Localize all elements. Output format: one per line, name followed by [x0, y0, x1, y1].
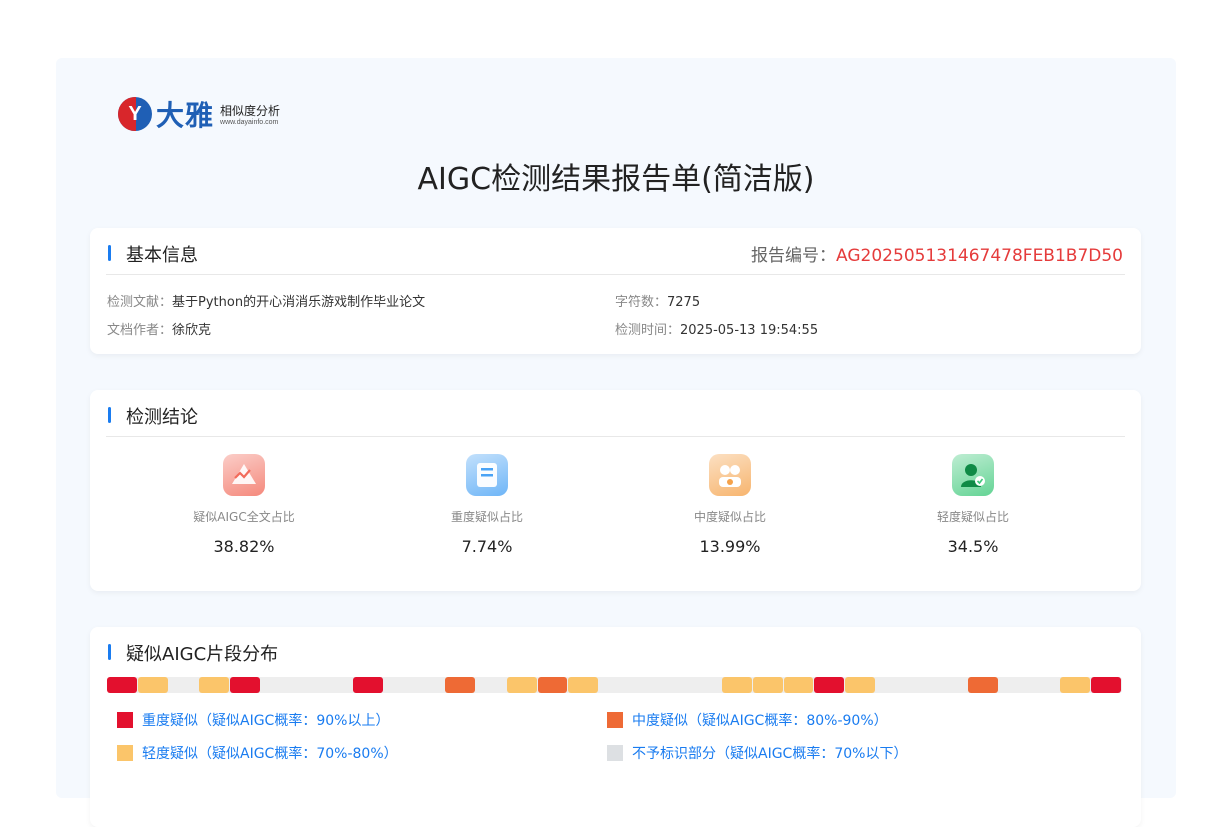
distribution-heading: 疑似AIGC片段分布 [126, 644, 279, 665]
legend-item-medium: 中度疑似（疑似AIGC概率：80%-90%） [607, 710, 888, 730]
stat-2: 重度疑似占比 7.74% [387, 454, 587, 556]
doc-title-row: 检测文献：基于Python的开心消消乐游戏制作毕业论文 [107, 295, 426, 310]
logo-name: 大雅 [156, 99, 215, 132]
legend-label: 轻度疑似（疑似AIGC概率：70%-80%） [142, 746, 398, 762]
segment-heavy [230, 677, 260, 693]
conclusion-heading: 检测结论 [126, 407, 198, 428]
char-count: 7275 [667, 295, 701, 310]
stat-label: 重度疑似占比 [450, 510, 523, 524]
section-marker [108, 644, 111, 660]
legend-swatch [607, 712, 623, 728]
segment-heavy [353, 677, 383, 693]
legend-label: 中度疑似（疑似AIGC概率：80%-90%） [632, 713, 888, 729]
stat-label: 疑似AIGC全文占比 [193, 510, 295, 524]
stat-3: 中度疑似占比 13.99% [630, 454, 830, 556]
stat-4: 轻度疑似占比 34.5% [873, 454, 1073, 556]
legend-label: 重度疑似（疑似AIGC概率：90%以上） [142, 713, 390, 729]
check-time-row: 检测时间：2025-05-13 19:54:55 [615, 323, 819, 338]
author-row: 文档作者：徐欣克 [107, 323, 212, 338]
char-count-row: 字符数：7275 [615, 295, 701, 310]
segment-medium [537, 677, 568, 693]
stat-label: 轻度疑似占比 [936, 510, 1009, 524]
doc-author: 徐欣克 [172, 323, 212, 338]
conclusion-card: 检测结论 疑似AIGC全文占比 38.82% 重度疑似占比 7.74% 中度疑似占比 13… [90, 390, 1141, 591]
segment-light [568, 677, 599, 693]
segment-light [783, 677, 814, 693]
check-time: 2025-05-13 19:54:55 [680, 323, 819, 338]
section-marker [108, 407, 111, 423]
segment-medium [968, 677, 998, 693]
stat-value: 34.5% [947, 537, 999, 556]
segment-light [845, 677, 875, 693]
segment-light [1060, 677, 1091, 693]
segment-distribution-bar [107, 677, 1122, 693]
legend-swatch [607, 745, 623, 761]
user-check-icon [952, 454, 994, 496]
legend-item-light: 轻度疑似（疑似AIGC概率：70%-80%） [117, 743, 398, 763]
stat-value: 13.99% [699, 537, 761, 556]
warning-chart-icon [223, 454, 265, 496]
stat-label: 中度疑似占比 [693, 510, 766, 524]
segment-heavy [1091, 677, 1121, 693]
segment-light [722, 677, 752, 693]
segment-heavy [107, 677, 137, 693]
distribution-card: 疑似AIGC片段分布 重度疑似（疑似AIGC概率：90%以上） 中度疑似（疑似AI… [90, 627, 1141, 827]
basic-info-card: 基本信息 报告编号：AG202505131467478FEB1B7D50 检测文… [90, 228, 1141, 354]
logo-subtitle: 相似度分析 [220, 104, 281, 118]
users-icon [709, 454, 751, 496]
stat-value: 7.74% [461, 537, 513, 556]
legend-item-heavy: 重度疑似（疑似AIGC概率：90%以上） [117, 710, 389, 730]
basic-info-heading: 基本信息 [126, 245, 198, 266]
report-title: AIGC检测结果报告单(简洁版) [417, 162, 815, 197]
segment-light [506, 677, 537, 693]
logo-url: www.dayainfo.com [220, 119, 279, 126]
segment-light [137, 677, 168, 693]
segment-light [752, 677, 783, 693]
legend-label: 不予标识部分（疑似AIGC概率：70%以下） [632, 746, 908, 762]
segment-medium [445, 677, 476, 693]
doc-title: 基于Python的开心消消乐游戏制作毕业论文 [172, 295, 426, 310]
stat-value: 38.82% [213, 537, 275, 556]
document-icon [466, 454, 508, 496]
segment-heavy [814, 677, 845, 693]
brand-logo: Y 大雅 相似度分析 www.dayainfo.com [118, 94, 280, 134]
section-marker [108, 245, 111, 261]
stat-1: 疑似AIGC全文占比 38.82% [144, 454, 344, 556]
logo-mark-icon: Y [118, 97, 152, 131]
segment-light [199, 677, 230, 693]
report-page: Y 大雅 相似度分析 www.dayainfo.com AIGC检测结果报告单(… [56, 58, 1176, 827]
legend-swatch [117, 745, 133, 761]
legend-item-none: 不予标识部分（疑似AIGC概率：70%以下） [607, 743, 907, 763]
legend-swatch [117, 712, 133, 728]
report-number: 报告编号：AG202505131467478FEB1B7D50 [751, 246, 1123, 266]
